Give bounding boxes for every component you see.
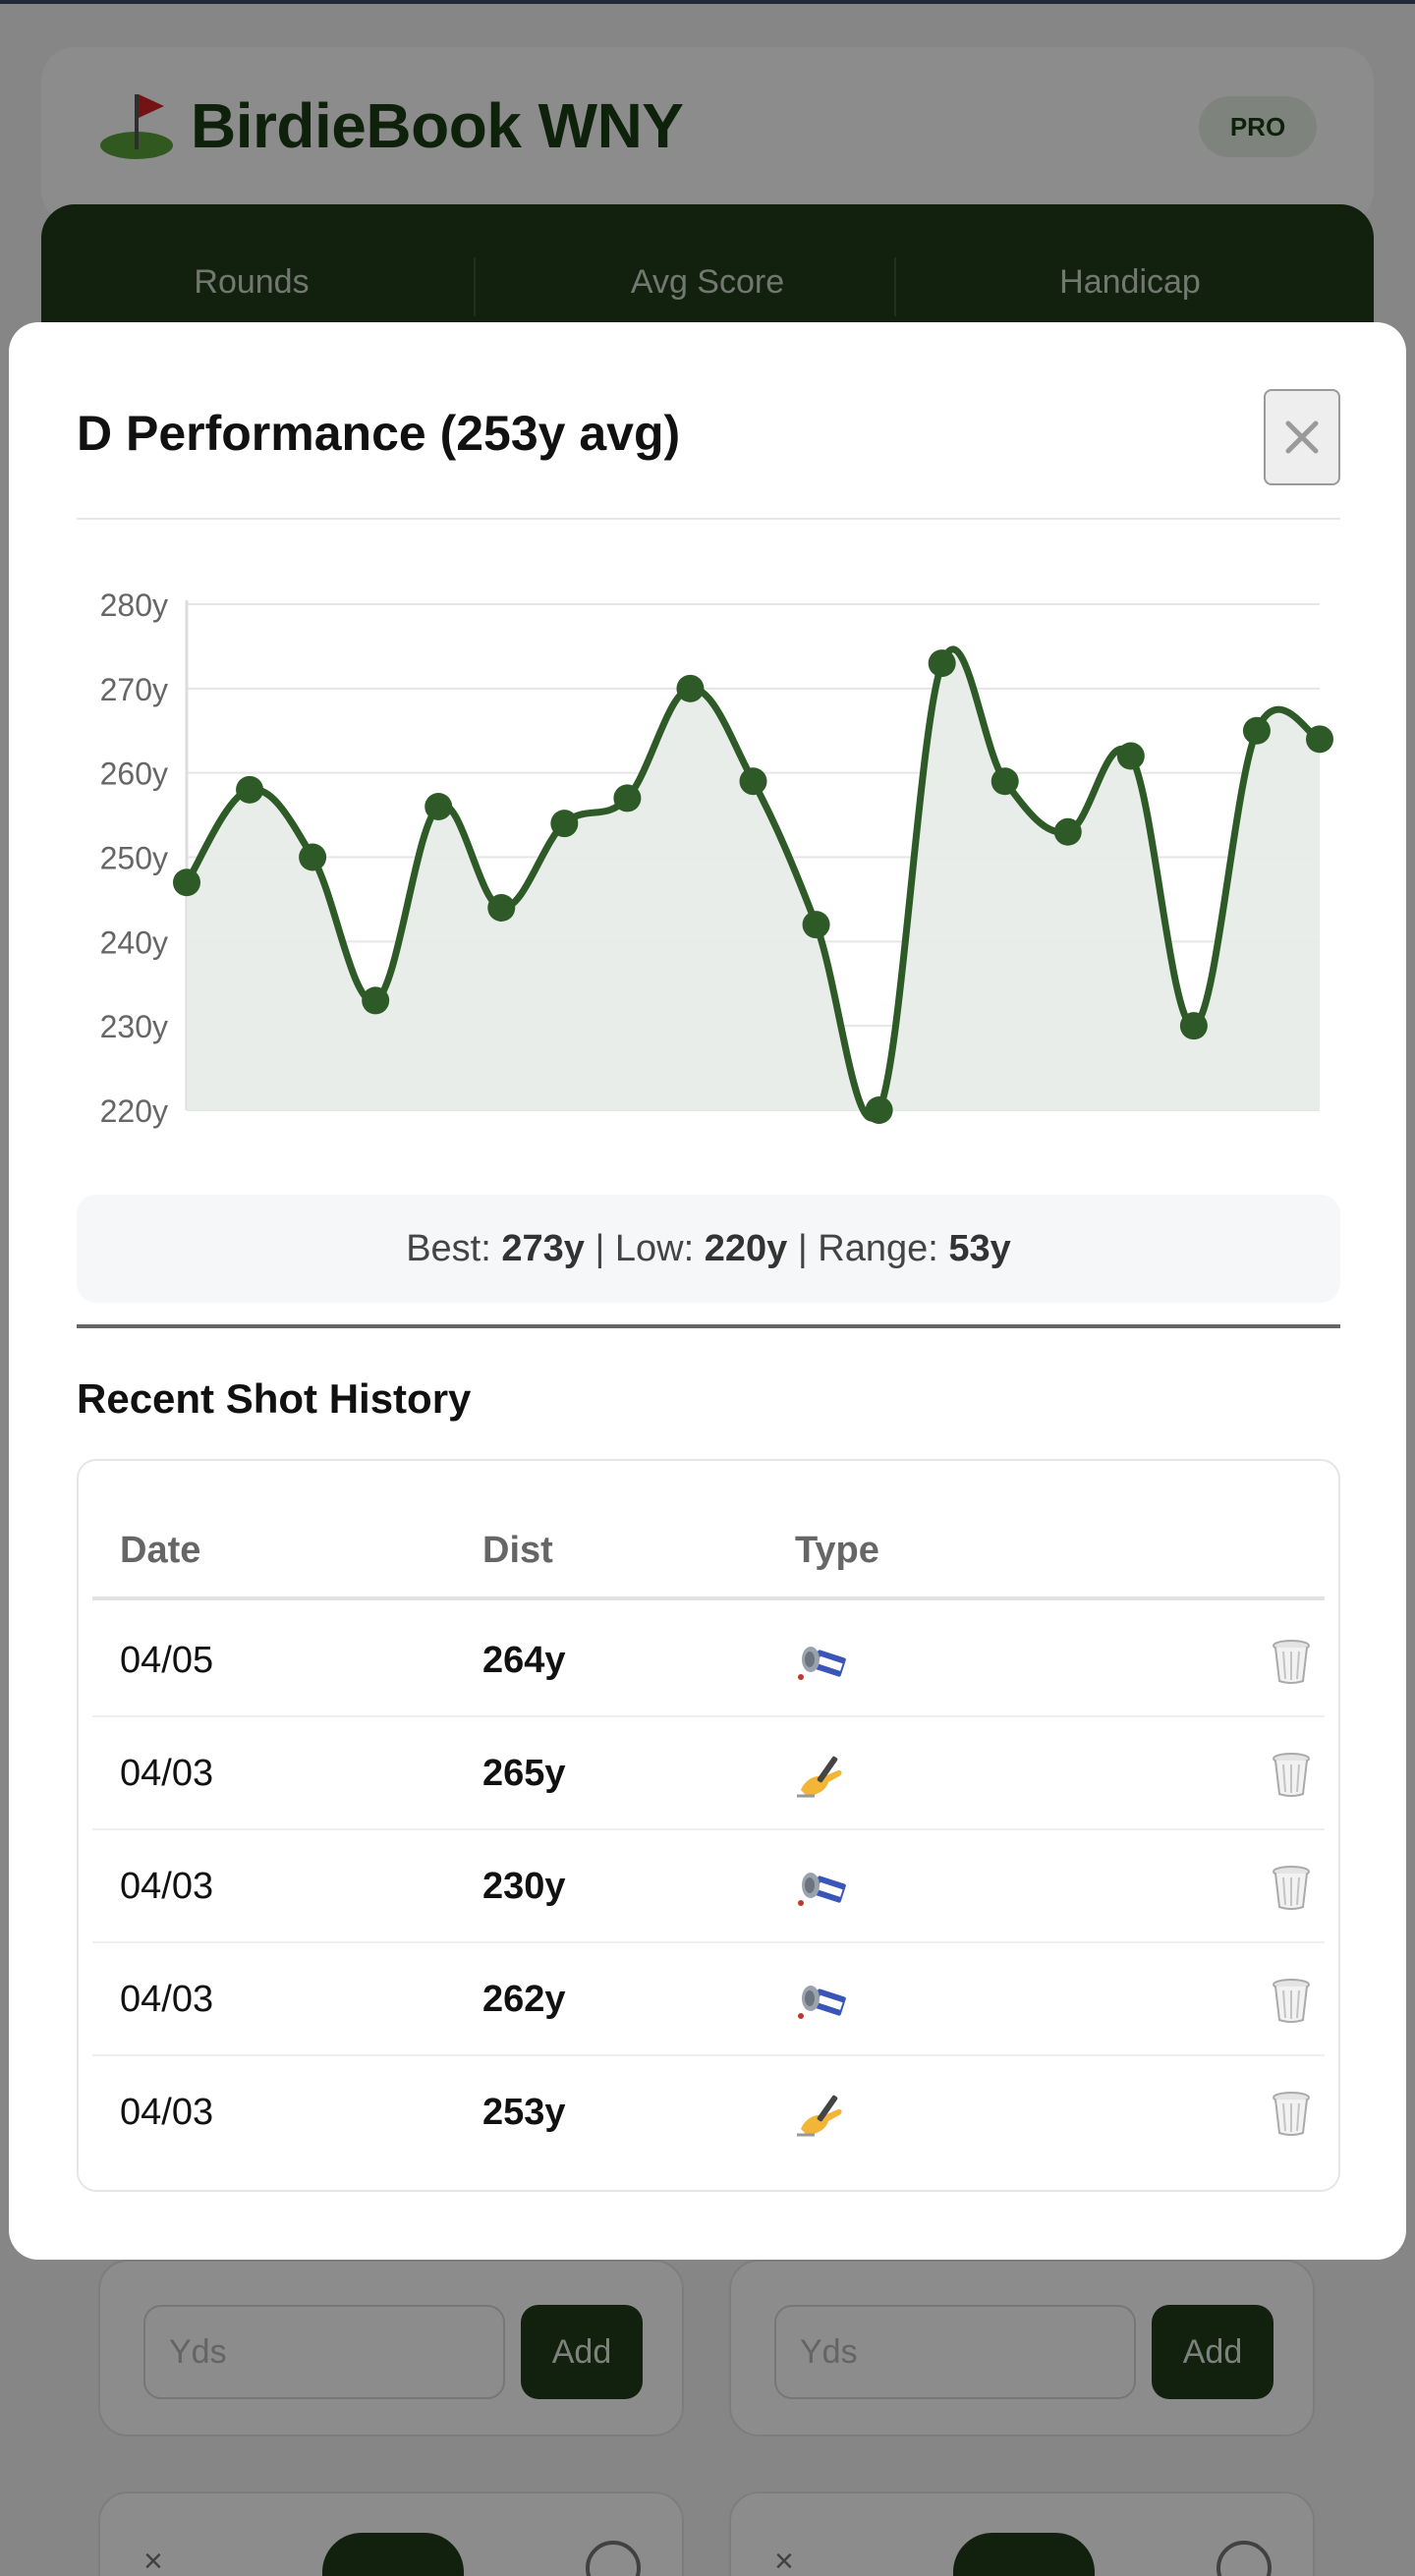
data-point [613, 784, 642, 812]
y-tick-label: 260y [100, 756, 168, 792]
y-tick-label: 230y [100, 1009, 168, 1044]
column-header-date: Date [120, 1530, 201, 1571]
section-divider [77, 1324, 1340, 1328]
data-point [928, 649, 956, 678]
y-tick-label: 240y [100, 924, 168, 960]
distance-chart: 220y 230y 240y 250y 260y 270y 280y [100, 588, 1333, 1129]
trash-icon[interactable] [1270, 1864, 1313, 1911]
data-point [990, 767, 1019, 796]
data-point [550, 810, 579, 838]
trash-icon[interactable] [1270, 1638, 1313, 1685]
shot-date: 04/03 [120, 2092, 214, 2133]
satellite-icon [795, 1638, 846, 1687]
table-row: 04/03 262y [92, 1943, 1325, 2056]
range-value: 53y [948, 1227, 1011, 1269]
table-row: 04/03 265y [92, 1717, 1325, 1830]
data-point [299, 843, 327, 871]
data-point [865, 1096, 893, 1124]
y-tick-label: 220y [100, 1093, 168, 1129]
table-row: 04/03 253y [92, 2056, 1325, 2169]
distance-summary: Best: 273y | Low: 220y | Range: 53y [77, 1195, 1340, 1303]
trash-icon[interactable] [1270, 2090, 1313, 2137]
series-area [187, 648, 1320, 1119]
satellite-icon [795, 1864, 846, 1913]
table-row: 04/05 264y [92, 1604, 1325, 1717]
column-header-dist: Dist [482, 1530, 553, 1571]
column-header-type: Type [795, 1530, 879, 1571]
satellite-icon [795, 1977, 846, 2026]
data-point [676, 674, 705, 702]
shot-distance: 262y [482, 1979, 566, 2020]
data-point [487, 894, 516, 922]
shot-date: 04/03 [120, 1979, 214, 2020]
best-value: 273y [501, 1227, 585, 1269]
summary-separator: | [797, 1227, 808, 1269]
data-point [236, 775, 264, 804]
shot-date: 04/03 [120, 1866, 214, 1907]
shot-history-table: Date Dist Type 04/05 264y 04/03 265y 04/03 23… [77, 1459, 1340, 2192]
data-point [1242, 716, 1271, 745]
low-value: 220y [704, 1227, 788, 1269]
y-tick-label: 280y [100, 588, 168, 623]
data-point [424, 793, 453, 820]
shot-distance: 253y [482, 2092, 566, 2133]
club-performance-modal: D Performance (253y avg) 220y 230y 240y 250… [9, 322, 1406, 2260]
history-title: Recent Shot History [77, 1375, 472, 1422]
data-point [173, 868, 200, 897]
data-point [802, 911, 830, 939]
data-point [1053, 817, 1082, 846]
y-tick-label: 250y [100, 841, 168, 876]
low-label: Low: [614, 1227, 695, 1269]
table-header: Date Dist Type [92, 1510, 1325, 1600]
trash-icon[interactable] [1270, 1977, 1313, 2024]
writing-hand-icon [795, 2090, 846, 2139]
writing-hand-icon [795, 1751, 846, 1800]
shot-distance: 264y [482, 1640, 566, 1681]
shot-distance: 265y [482, 1753, 566, 1794]
shot-date: 04/05 [120, 1640, 214, 1681]
data-point [1116, 742, 1145, 770]
best-label: Best: [406, 1227, 491, 1269]
trash-icon[interactable] [1270, 1751, 1313, 1798]
data-point [739, 767, 767, 796]
data-point [362, 986, 390, 1015]
y-tick-label: 270y [100, 672, 168, 707]
range-label: Range: [818, 1227, 938, 1269]
data-point [1179, 1012, 1208, 1040]
shot-distance: 230y [482, 1866, 566, 1907]
shot-date: 04/03 [120, 1753, 214, 1794]
data-point [1306, 725, 1333, 754]
table-row: 04/03 230y [92, 1830, 1325, 1943]
summary-separator: | [594, 1227, 605, 1269]
